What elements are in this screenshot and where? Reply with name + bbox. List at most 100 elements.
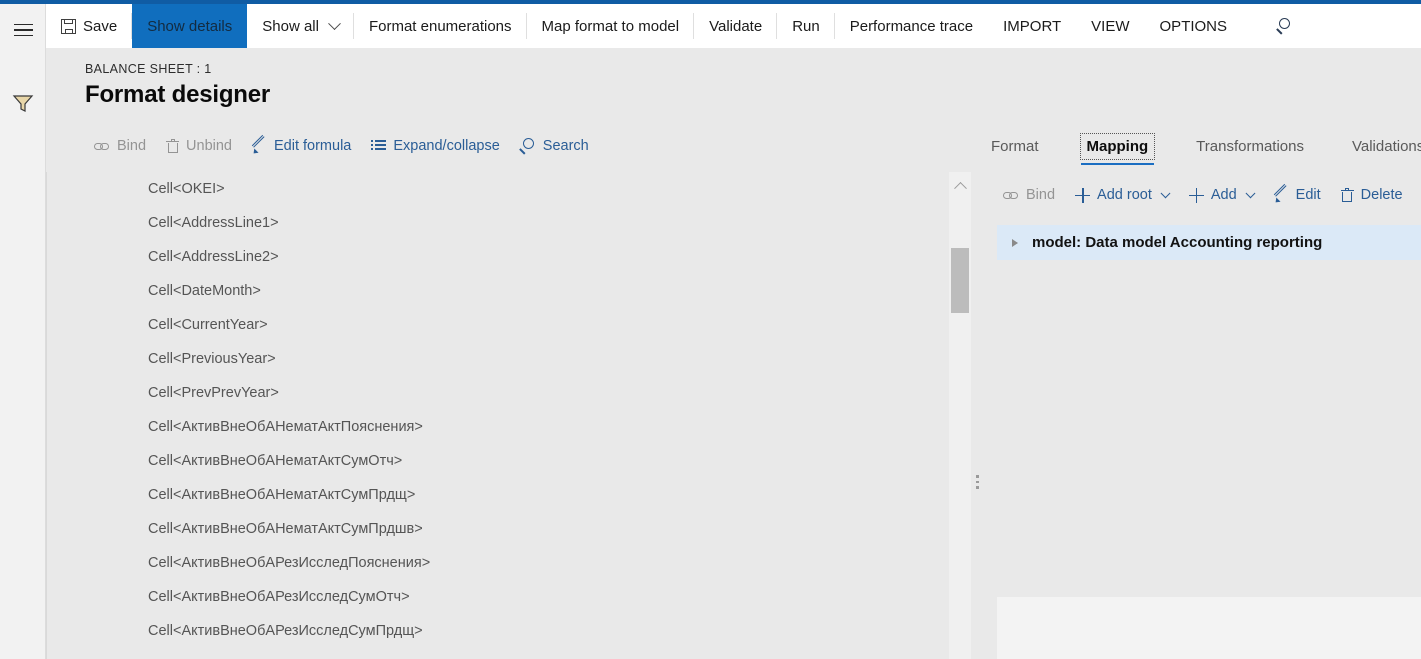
tab-transformations[interactable]: Transformations (1190, 134, 1310, 159)
tree-row[interactable]: Cell<АктивВнеОбАНематАктСумОтч> (47, 444, 971, 478)
hamburger-icon (13, 20, 33, 41)
mapping-tree-row-label: model: Data model Accounting reporting (1032, 234, 1323, 251)
list-icon (371, 140, 387, 152)
left-rail (0, 4, 46, 659)
tab-mapping[interactable]: Mapping (1079, 133, 1156, 165)
scroll-up-button[interactable] (949, 176, 971, 195)
toolbar-view-label: VIEW (1091, 17, 1130, 35)
tree-row[interactable]: Cell<AddressLine1> (47, 206, 971, 240)
toolbar-import-label: IMPORT (1003, 17, 1062, 35)
tree-row[interactable]: Cell<АктивВнеОбАРезИсследСумОтч> (47, 580, 971, 614)
toolbar-show-all-label: Show all (262, 17, 319, 35)
toolbar-save-button[interactable]: Save (46, 4, 133, 48)
mapping-tree-row[interactable]: model: Data model Accounting reporting (997, 225, 1421, 260)
add-root-label: Add root (1097, 187, 1152, 203)
triangle-right-icon[interactable] (1012, 238, 1018, 247)
search-button[interactable]: Search (510, 133, 599, 159)
unbind-label: Unbind (186, 138, 232, 154)
tree-row[interactable]: Cell<АктивВнеОбАНематАктПояснения> (47, 410, 971, 444)
chevron-down-icon (328, 16, 341, 30)
tree-row[interactable]: Cell<OKEI> (47, 172, 971, 206)
toolbar-format-enumerations-label: Format enumerations (368, 17, 512, 35)
tree-row[interactable]: Cell<PreviousYear> (47, 342, 971, 376)
toolbar-import-menu[interactable]: IMPORT (988, 4, 1076, 48)
toolbar-validate-label: Validate (709, 17, 763, 35)
tree-row[interactable]: Cell<АктивВнеОбАРезИсследПояснения> (47, 546, 971, 580)
add-root-button[interactable]: Add root (1065, 182, 1179, 208)
mapping-details-pane (997, 597, 1421, 659)
page-title: Format designer (85, 81, 271, 108)
toolbar-run-label: Run (792, 17, 820, 35)
filter-icon (12, 95, 34, 112)
edit-button[interactable]: Edit (1264, 182, 1331, 208)
toolbar-map-format-to-model-button[interactable]: Map format to model (527, 4, 695, 48)
filter-button[interactable] (0, 81, 46, 125)
toolbar-performance-trace-button[interactable]: Performance trace (835, 4, 988, 48)
toolbar-options-label: OPTIONS (1159, 17, 1228, 35)
tree-row[interactable]: Cell<PrevPrevYear> (47, 376, 971, 410)
format-tree[interactable]: Cell<OKEI> Cell<AddressLine1> Cell<Addre… (46, 172, 971, 659)
plus-icon (1188, 187, 1204, 203)
toolbar-search-button[interactable] (1262, 4, 1306, 48)
panel-splitter[interactable] (971, 172, 985, 659)
mapping-command-bar: Bind Add root Add Edit Delete (993, 182, 1413, 208)
toolbar-save-label: Save (83, 17, 118, 35)
toolbar-format-enumerations-button[interactable]: Format enumerations (354, 4, 527, 48)
tree-row[interactable]: Cell<АктивВнеОбАРезИсследСумПрдщ> (47, 614, 971, 648)
tree-row[interactable]: Cell<CurrentYear> (47, 308, 971, 342)
toolbar-show-details-button[interactable]: Show details (132, 4, 248, 48)
format-tree-scrollbar[interactable] (949, 172, 971, 659)
top-toolbar: Save Show details Show all Format enumer… (46, 4, 1421, 48)
plus-icon (1075, 187, 1091, 203)
search-label: Search (542, 138, 589, 154)
search-icon (1275, 18, 1292, 35)
toolbar-options-menu[interactable]: OPTIONS (1145, 4, 1243, 48)
splitter-dots-icon (976, 472, 979, 492)
trash-icon (166, 139, 180, 153)
right-panel-tabs: Format Mapping Transformations Validatio… (985, 133, 1421, 165)
tree-row[interactable]: Cell<DateMonth> (47, 274, 971, 308)
tab-format[interactable]: Format (985, 134, 1045, 159)
add-label: Add (1210, 187, 1237, 203)
toolbar-validate-button[interactable]: Validate (694, 4, 778, 48)
bind-label: Bind (117, 138, 147, 154)
breadcrumb: BALANCE SHEET : 1 (85, 62, 212, 76)
toolbar-show-all-button[interactable]: Show all (247, 4, 354, 48)
link-icon (1003, 189, 1019, 201)
toolbar-performance-trace-label: Performance trace (849, 17, 974, 35)
toolbar-view-menu[interactable]: VIEW (1076, 4, 1144, 48)
toolbar-run-button[interactable]: Run (777, 4, 835, 48)
expand-collapse-label: Expand/collapse (393, 138, 500, 154)
format-designer-page: Save Show details Show all Format enumer… (0, 0, 1421, 659)
add-button[interactable]: Add (1179, 182, 1264, 208)
tab-validations[interactable]: Validations (1346, 134, 1421, 159)
chevron-up-icon (953, 181, 967, 195)
chevron-down-icon (1160, 187, 1171, 198)
pencil-icon (1273, 183, 1289, 205)
edit-formula-button[interactable]: Edit formula (242, 133, 361, 159)
expand-collapse-button[interactable]: Expand/collapse (361, 133, 509, 159)
trash-icon (1340, 188, 1354, 202)
edit-formula-label: Edit formula (273, 138, 352, 154)
mapping-tree: model: Data model Accounting reporting (997, 225, 1421, 260)
toolbar-show-details-label: Show details (147, 17, 233, 35)
format-command-bar: Bind Unbind Edit formula Expand/collapse… (84, 133, 599, 159)
unbind-button[interactable]: Unbind (156, 133, 242, 159)
scroll-thumb[interactable] (951, 248, 969, 313)
tree-row[interactable]: Cell<АктивВнеОбАНематАктСумПрдшв> (47, 512, 971, 546)
chevron-down-icon (1245, 187, 1256, 198)
link-icon (94, 140, 110, 152)
save-icon (61, 18, 76, 34)
hamburger-menu-button[interactable] (0, 8, 46, 52)
edit-label: Edit (1295, 187, 1321, 203)
search-icon (519, 138, 536, 155)
pencil-icon (251, 134, 267, 156)
toolbar-map-format-to-model-label: Map format to model (541, 17, 680, 35)
bind-button[interactable]: Bind (84, 133, 156, 159)
mapping-bind-button[interactable]: Bind (993, 182, 1065, 208)
delete-label: Delete (1360, 187, 1403, 203)
tree-row[interactable]: Cell<АктивВнеОбАНематАктСумПрдщ> (47, 478, 971, 512)
right-panel: Format Mapping Transformations Validatio… (985, 120, 1421, 659)
tree-row[interactable]: Cell<AddressLine2> (47, 240, 971, 274)
delete-button[interactable]: Delete (1331, 182, 1413, 208)
